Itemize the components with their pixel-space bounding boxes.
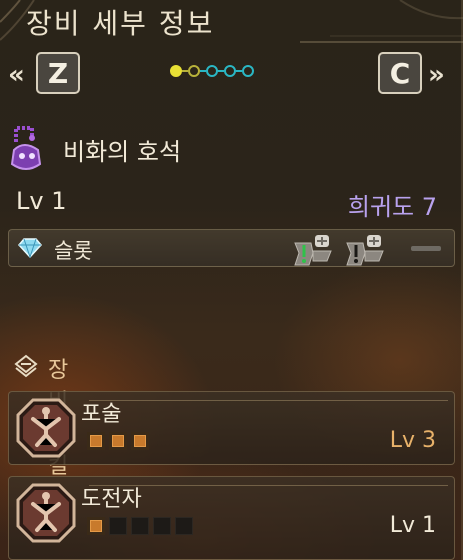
card-divider (89, 485, 448, 486)
item-level: Lv 1 (16, 187, 67, 215)
level-pip-filled (87, 432, 105, 450)
next-key-label: C (389, 56, 411, 90)
item-header: 비화의 호석 (8, 122, 463, 178)
item-rarity: 희귀도 7 (347, 193, 437, 221)
level-pip-empty (109, 517, 127, 535)
level-pip-filled (109, 432, 127, 450)
page-dot[interactable] (170, 65, 182, 77)
skill-emblem-icon (16, 483, 76, 543)
level-pip-empty (131, 517, 149, 535)
page-title: 장비 세부 정보 (26, 7, 215, 40)
skill-card[interactable]: 포술 Lv 3 (8, 391, 455, 465)
gem-icon (18, 238, 42, 258)
skill-level-pips (87, 432, 149, 450)
item-name: 비화의 호석 (63, 138, 182, 166)
level-pip-filled (131, 432, 149, 450)
prev-key-label: Z (47, 56, 69, 90)
level-pip-empty (153, 517, 171, 535)
skill-level: Lv 1 (389, 513, 436, 538)
weapon-slot-icon (346, 235, 384, 266)
skill-level: Lv 3 (389, 428, 436, 453)
page-indicator (170, 65, 254, 77)
level-pip-filled (87, 517, 105, 535)
page-dot[interactable] (188, 65, 200, 77)
prev-page-button[interactable]: Z (36, 52, 80, 94)
skill-name: 포술 (81, 402, 122, 427)
empty-slot-icon (411, 246, 441, 251)
skill-name: 도전자 (81, 487, 142, 512)
page-dot[interactable] (224, 65, 236, 77)
weapon-slot-icon (294, 235, 332, 266)
slots-label: 슬롯 (54, 239, 93, 263)
prev-arrow-icon[interactable]: « (8, 60, 25, 90)
page-dot[interactable] (206, 65, 218, 77)
skill-header-icon (14, 354, 38, 378)
skill-level-pips (87, 517, 193, 535)
skill-card[interactable]: 도전자 Lv 1 (8, 476, 455, 560)
level-pip-empty (175, 517, 193, 535)
next-page-button[interactable]: C (378, 52, 422, 94)
next-arrow-icon[interactable]: » (428, 60, 445, 90)
charm-icon (10, 126, 42, 170)
slots-bar: 슬롯 (8, 229, 455, 267)
skill-emblem-icon (16, 398, 76, 458)
card-divider (89, 400, 448, 401)
page-dot[interactable] (242, 65, 254, 77)
